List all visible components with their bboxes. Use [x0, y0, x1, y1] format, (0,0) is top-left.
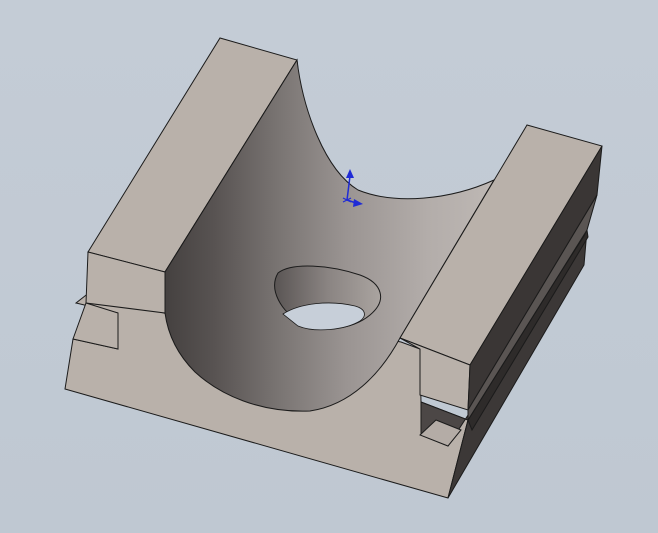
3d-part-model[interactable]: [0, 0, 658, 533]
graphics-viewport[interactable]: [0, 0, 658, 533]
